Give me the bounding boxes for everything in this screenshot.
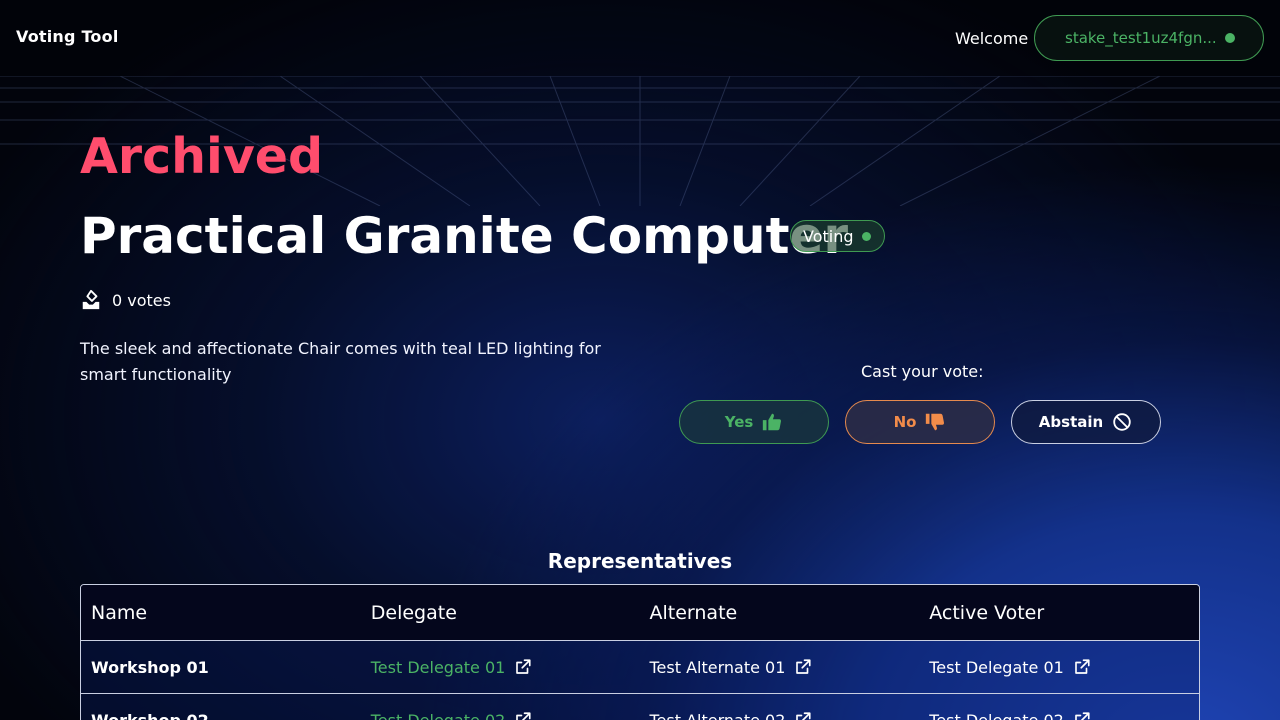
vote-no-label: No [893,413,917,431]
vote-abstain-button[interactable]: Abstain [1011,400,1161,444]
external-link-icon[interactable] [794,658,812,676]
column-header-active-voter: Active Voter [929,601,1045,624]
cast-vote-label: Cast your vote: [861,362,984,381]
vote-count-text: 0 votes [112,290,171,310]
page-title: Practical Granite Computer [80,207,849,265]
external-link-icon[interactable] [514,658,532,676]
vote-count: 0 votes [80,289,171,311]
workshop-name: Workshop 01 [91,657,209,677]
delegate-link[interactable]: Test Delegate 02 [371,711,506,720]
active-voter-link[interactable]: Test Delegate 02 [929,711,1064,720]
status-badge-label: Voting [803,226,854,246]
external-link-icon[interactable] [1073,711,1091,720]
representatives-title: Representatives [547,549,733,573]
alternate-link[interactable]: Test Alternate 01 [650,658,786,677]
external-link-icon[interactable] [1073,658,1091,676]
thumbs-up-icon [763,413,782,431]
proposal-description: The sleek and affectionate Chair comes w… [80,339,601,384]
status-badge: Voting [790,220,885,252]
thumbs-down-icon [926,413,945,431]
alternate-link[interactable]: Test Alternate 02 [650,711,786,720]
connected-status-dot [1225,33,1235,43]
alternate-cell: Test Alternate 02 [640,711,920,720]
delegate-link[interactable]: Test Delegate 01 [371,658,506,677]
proposal-status: Archived [80,128,324,185]
ballot-box-icon [82,289,100,310]
vote-yes-button[interactable]: Yes [679,400,829,444]
column-header-delegate: Delegate [370,601,457,624]
top-bar: Voting Tool Welcome stake_test1uz4fgn... [0,0,1280,76]
welcome-text: Welcome [955,29,1029,48]
workshop-name: Workshop 02 [91,710,209,720]
column-header-name: Name [91,601,148,624]
table-row: Workshop 02 Test Delegate 02 Test Altern… [81,694,1199,720]
vote-yes-label: Yes [724,413,754,431]
table-header: Name Delegate Alternate Active Voter [81,585,1199,641]
status-badge-dot [862,232,871,241]
active-voter-link[interactable]: Test Delegate 01 [929,658,1064,677]
table-row: Workshop 01 Test Delegate 01 Test Altern… [81,641,1199,694]
external-link-icon[interactable] [514,711,532,720]
wallet-address: stake_test1uz4fgn... [1065,29,1217,47]
representatives-table: Name Delegate Alternate Active Voter Wor… [80,584,1200,720]
vote-no-button[interactable]: No [845,400,995,444]
active-voter-cell: Test Delegate 01 [919,658,1199,677]
prohibited-icon [1113,413,1131,431]
delegate-cell: Test Delegate 01 [361,658,640,677]
column-header-alternate: Alternate [649,601,738,624]
brand-title[interactable]: Voting Tool [16,27,119,46]
external-link-icon[interactable] [794,711,812,720]
vote-abstain-label: Abstain [1038,413,1104,431]
delegate-cell: Test Delegate 02 [361,711,640,720]
active-voter-cell: Test Delegate 02 [919,711,1199,720]
wallet-button[interactable]: stake_test1uz4fgn... [1034,15,1264,61]
alternate-cell: Test Alternate 01 [640,658,920,677]
